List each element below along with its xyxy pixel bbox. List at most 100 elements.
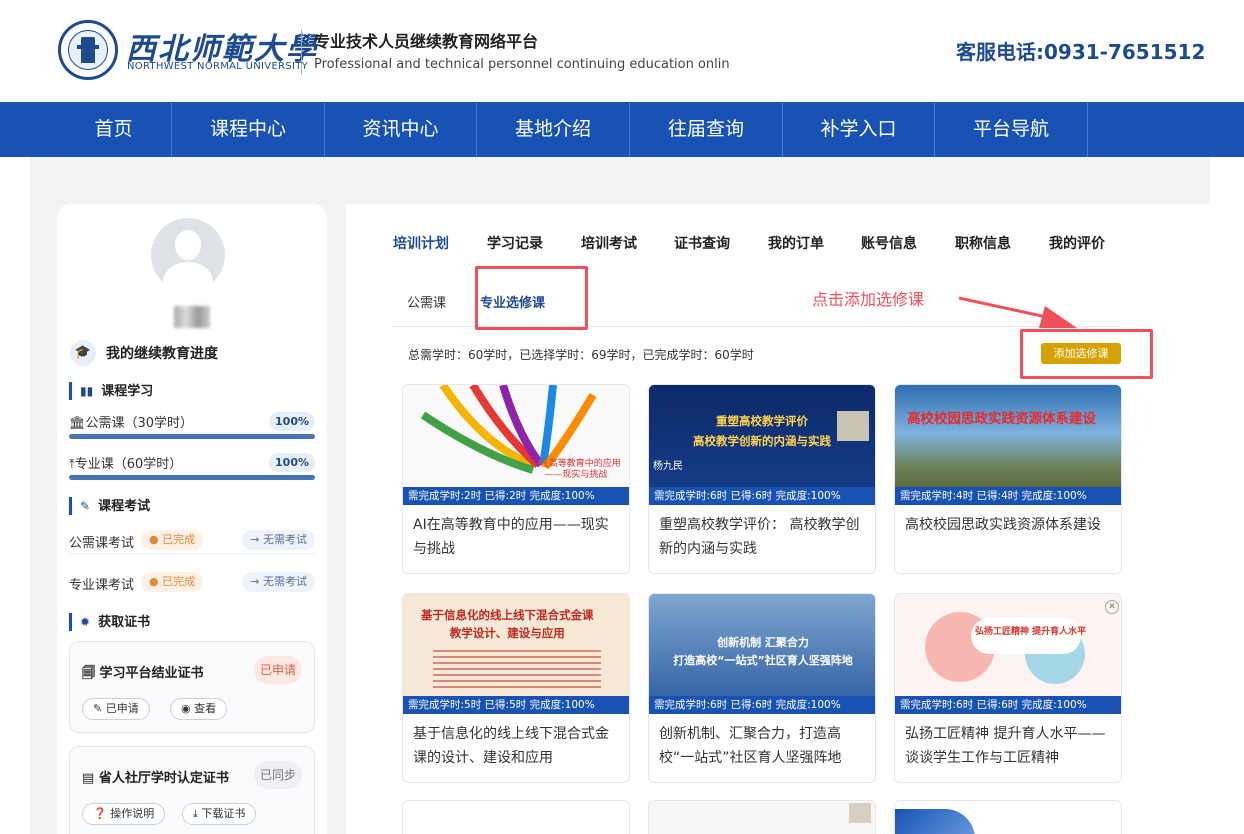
card-title: 高校校园思政实践资源体系建设 [905, 517, 1101, 533]
course-percent: 100% [269, 412, 315, 431]
tab-training-plan[interactable]: 培训计划 [393, 233, 449, 253]
username-redacted [174, 306, 210, 328]
cert-view-button[interactable]: ◉ 查看 [170, 698, 228, 720]
platform-subtitle: Professional and technical personnel con… [314, 57, 730, 72]
course-percent: 100% [269, 453, 315, 472]
card-title: 重塑高校教学评价： 高校教学创新的内涵与实践 [659, 517, 860, 557]
university-seal-icon [58, 20, 118, 80]
course-card[interactable]: 基于信息化的线上线下混合式金课 教学设计、建设与应用 需完成学时:5时 已得:5… [402, 593, 630, 783]
course-card-partial[interactable] [894, 800, 1122, 834]
graduation-cap-icon: 🎓 [70, 340, 96, 366]
main-nav: 首页 课程中心 资讯中心 基地介绍 往届查询 补学入口 平台导航 [0, 102, 1244, 157]
cert-instructions-button[interactable]: ❓ 操作说明 [82, 803, 166, 825]
certificate-icon: 🗐 [82, 666, 100, 681]
header: 西北师範大學 NORTHWEST NORMAL UNIVERSITY 专业技术人… [0, 0, 1244, 102]
no-exam-button[interactable]: → 无需考试 [242, 530, 315, 550]
tab-cert-query[interactable]: 证书查询 [674, 233, 730, 253]
nav-item-about[interactable]: 基地介绍 [477, 102, 630, 157]
course-row-major: ⤒专业课（60学时） 100% [69, 453, 315, 473]
edit-icon: ✎ [93, 702, 106, 715]
thumbnail-caption: 高校校园思政实践资源体系建设 [907, 411, 1096, 427]
course-label: ⤒专业课（60学时） [69, 457, 183, 472]
tab-my-orders[interactable]: 我的订单 [768, 233, 824, 253]
course-card[interactable]: AI在高等教育中的应用 ——现实与挑战 需完成学时:2时 已得:2时 完成度:1… [402, 384, 630, 574]
highlight-box-subtab [475, 266, 588, 330]
nav-item-news[interactable]: 资讯中心 [325, 102, 477, 157]
sidebar [57, 204, 327, 834]
course-card[interactable]: 高校校园思政实践资源体系建设 需完成学时:4时 已得:4时 完成度:100% 高… [894, 384, 1122, 574]
exam-section-title: ✎ 课程考试 [69, 497, 150, 515]
exam-status-badge: ● 已完成 [141, 530, 204, 550]
progress-title: 我的继续教育进度 [106, 346, 218, 362]
subtab-public-course[interactable]: 公需课 [407, 292, 446, 311]
thumbnail-caption: AI在高等教育中的应用 ——现实与挑战 [531, 459, 621, 480]
cert-name: ▤ 省人社厅学时认定证书 [82, 771, 229, 786]
cert-applied-button[interactable]: ✎ 已申请 [82, 698, 150, 720]
tab-my-reviews[interactable]: 我的评价 [1049, 233, 1105, 253]
bank-icon: 🏛 [69, 416, 86, 431]
thumbnail-text-lines [433, 646, 601, 690]
book-icon: ▮▮ [80, 384, 94, 398]
exam-row-major: 专业课考试 ● 已完成 → 无需考试 [69, 572, 315, 594]
card-title: AI在高等教育中的应用——现实与挑战 [413, 517, 609, 557]
cert-name: 🗐 学习平台结业证书 [82, 666, 204, 681]
university-name-en: NORTHWEST NORMAL UNIVERSITY [127, 61, 309, 72]
platform-title: 专业技术人员继续教育网络平台 [314, 32, 539, 51]
speaker-video-icon [849, 803, 871, 823]
cert-status-badge: 已同步 [253, 761, 302, 789]
nav-item-history[interactable]: 往届查询 [630, 102, 783, 157]
course-section-title: ▮▮ 课程学习 [69, 382, 153, 400]
thumbnail-caption: 弘扬工匠精神 提升育人水平 [975, 627, 1087, 637]
nav-item-makeup[interactable]: 补学入口 [783, 102, 935, 157]
id-card-icon: ▤ [82, 771, 99, 786]
card-title: 基于信息化的线上线下混合式金课的设计、建设和应用 [413, 726, 609, 766]
badge-icon: ✹ [80, 615, 91, 629]
nav-item-courses[interactable]: 课程中心 [172, 102, 325, 157]
tab-title-info[interactable]: 职称信息 [955, 233, 1011, 253]
card-title: 创新机制、汇聚合力，打造高校“一站式”社区育人坚强阵地 [659, 726, 842, 766]
exam-label: 公需课考试 [69, 536, 135, 551]
course-card-partial[interactable] [402, 800, 630, 834]
tab-study-records[interactable]: 学习记录 [487, 233, 543, 253]
course-card-partial[interactable] [648, 800, 876, 834]
nav-item-navigation[interactable]: 平台导航 [935, 102, 1088, 157]
course-progress-fill [69, 475, 315, 480]
thumbnail-decor [895, 809, 975, 834]
thumbnail-speaker: 杨九民 [653, 461, 683, 472]
logo-divider [301, 30, 302, 74]
card-progress-strip: 需完成学时:5时 已得:5时 完成度:100% [403, 696, 629, 714]
page: 西北师範大學 NORTHWEST NORMAL UNIVERSITY 专业技术人… [0, 0, 1244, 834]
card-progress-strip: 需完成学时:4时 已得:4时 完成度:100% [895, 487, 1121, 505]
exam-status-badge: ● 已完成 [141, 572, 204, 592]
no-exam-button[interactable]: → 无需考试 [242, 572, 315, 592]
course-card[interactable]: 创新机制 汇聚合力 打造高校“一站式”社区育人坚强阵地 需完成学时:6时 已得:… [648, 593, 876, 783]
card-title: 弘扬工匠精神 提升育人水平——谈谈学生工作与工匠精神 [905, 726, 1106, 766]
cert-section-title: ✹ 获取证书 [69, 613, 150, 631]
course-card[interactable]: 弘扬工匠精神 提升育人水平 ✕ 需完成学时:6时 已得:6时 完成度:100% … [894, 593, 1122, 783]
course-progress-fill [69, 434, 315, 439]
speaker-video-icon [837, 411, 869, 441]
card-progress-strip: 需完成学时:2时 已得:2时 完成度:100% [403, 487, 629, 505]
cert-card-platform: 🗐 学习平台结业证书 已申请 ✎ 已申请 ◉ 查看 [69, 641, 315, 733]
tab-training-exam[interactable]: 培训考试 [581, 233, 637, 253]
exam-label: 专业课考试 [69, 578, 135, 593]
course-card[interactable]: 重塑高校教学评价 高校教学创新的内涵与实践 杨九民 需完成学时:6时 已得:6时… [648, 384, 876, 574]
hours-summary: 总需学时：60学时，已选择学时：69学时，已完成学时：60学时 [408, 348, 754, 362]
thumbnail-caption: 创新机制 汇聚合力 打造高校“一站式”社区育人坚强阵地 [673, 636, 853, 667]
thumbnail-caption: 重塑高校教学评价 高校教学创新的内涵与实践 [693, 414, 831, 448]
cert-card-province: ▤ 省人社厅学时认定证书 已同步 ❓ 操作说明 ⤓ 下载证书 [69, 746, 315, 834]
cert-status-badge: 已申请 [253, 656, 302, 684]
thumbnail-caption: 基于信息化的线上线下混合式金课 教学设计、建设与应用 [421, 608, 594, 640]
exam-row-public: 公需课考试 ● 已完成 → 无需考试 [69, 530, 315, 554]
card-progress-strip: 需完成学时:6时 已得:6时 完成度:100% [895, 696, 1121, 714]
cert-download-button[interactable]: ⤓ 下载证书 [182, 803, 257, 825]
tab-account-info[interactable]: 账号信息 [861, 233, 917, 253]
edit-icon: ✎ [80, 499, 91, 513]
course-label: 🏛公需课（30学时） [69, 416, 194, 431]
eye-icon: ◉ [181, 702, 195, 715]
nav-item-home[interactable]: 首页 [56, 102, 172, 157]
close-icon: ✕ [1105, 600, 1119, 614]
course-row-public: 🏛公需课（30学时） 100% [69, 412, 315, 432]
card-progress-strip: 需完成学时:6时 已得:6时 完成度:100% [649, 487, 875, 505]
highlight-box-add-button [1020, 329, 1153, 379]
